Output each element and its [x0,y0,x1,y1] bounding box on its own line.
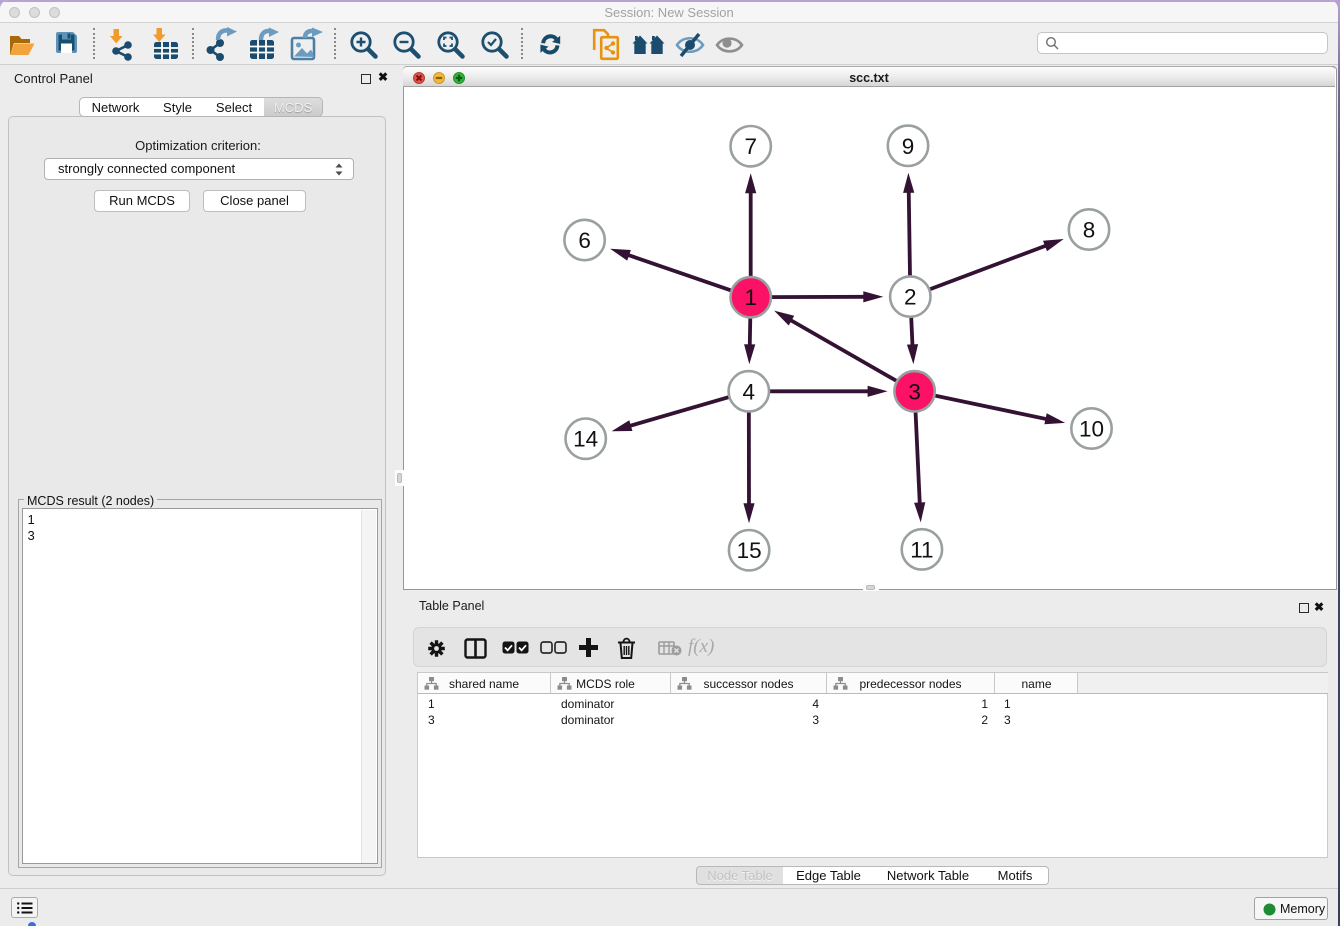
svg-text:7: 7 [744,134,757,159]
svg-text:11: 11 [910,537,933,562]
svg-text:15: 15 [737,538,762,563]
svg-text:6: 6 [578,228,591,253]
svg-text:9: 9 [902,134,915,159]
svg-text:14: 14 [573,427,598,452]
svg-text:1: 1 [744,285,757,310]
svg-text:2: 2 [904,285,917,310]
svg-text:4: 4 [743,379,756,404]
svg-text:8: 8 [1083,218,1096,243]
svg-text:3: 3 [908,379,921,404]
svg-text:10: 10 [1079,417,1104,442]
